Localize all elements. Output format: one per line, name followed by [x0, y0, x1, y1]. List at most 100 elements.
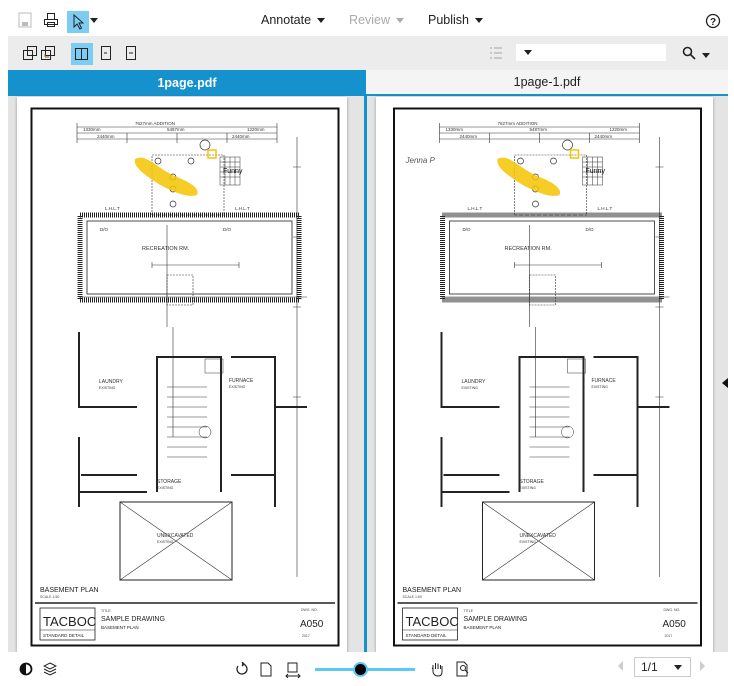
- side-by-side-button[interactable]: [71, 43, 93, 65]
- svg-text:EXISTING: EXISTING: [520, 486, 537, 490]
- svg-text:STANDARD DETAIL: STANDARD DETAIL: [43, 633, 85, 638]
- svg-text:UNEXCAVATED: UNEXCAVATED: [157, 533, 194, 539]
- tab-label: 1page.pdf: [157, 76, 217, 90]
- review-menu: Review: [349, 13, 404, 27]
- side-by-side-icon: [75, 48, 88, 60]
- note-annotation-marker[interactable]: [207, 149, 217, 159]
- next-page-icon[interactable]: [700, 661, 705, 671]
- chevron-down-icon: [674, 664, 682, 670]
- compare-select-dropdown[interactable]: [516, 44, 666, 61]
- svg-text:1220mm: 1220mm: [610, 127, 628, 132]
- svg-text:LAUNDRY: LAUNDRY: [99, 379, 123, 385]
- search-dropdown[interactable]: [701, 51, 711, 59]
- compare-toolbar: [8, 36, 728, 70]
- chevron-down-icon: [524, 50, 532, 55]
- save-icon[interactable]: [17, 11, 33, 29]
- collapse-panel-arrow-icon[interactable]: [722, 378, 728, 388]
- contrast-icon[interactable]: [18, 661, 34, 677]
- bottom-toolbar: 1/1: [0, 652, 734, 686]
- svg-text:EXISTING: EXISTING: [520, 540, 537, 544]
- svg-text:7627mm ADDITION: 7627mm ADDITION: [135, 121, 175, 126]
- overlay-icon[interactable]: [22, 45, 38, 61]
- svg-text:L.H.L.T: L.H.L.T: [598, 206, 613, 211]
- tab-label: 1page-1.pdf: [513, 75, 581, 89]
- svg-text:7627mm ADDITION: 7627mm ADDITION: [498, 121, 538, 126]
- single-page-left-icon[interactable]: [100, 45, 112, 61]
- page-select-value: 1/1: [641, 660, 658, 674]
- highlight-annotation[interactable]: [134, 157, 198, 196]
- zoom-area-icon[interactable]: [455, 660, 471, 678]
- highlight-annotation[interactable]: [497, 157, 561, 196]
- svg-text:STANDARD DETAIL: STANDARD DETAIL: [406, 633, 448, 638]
- help-circle-icon[interactable]: ?: [705, 13, 721, 29]
- chevron-down-icon: [475, 17, 483, 23]
- svg-text:A050: A050: [300, 619, 324, 630]
- svg-text:D/O: D/O: [223, 227, 232, 232]
- svg-text:EXISTING: EXISTING: [99, 386, 116, 390]
- svg-text:BASEMENT PLAN: BASEMENT PLAN: [464, 625, 502, 630]
- svg-text:LAUNDRY: LAUNDRY: [462, 379, 486, 385]
- svg-text:2017: 2017: [302, 634, 310, 638]
- svg-text:2017: 2017: [665, 634, 673, 638]
- svg-text:TITLE: TITLE: [464, 609, 474, 613]
- page-select[interactable]: 1/1: [634, 657, 691, 677]
- select-tool-button[interactable]: [67, 11, 89, 33]
- svg-text:EXISTING: EXISTING: [462, 386, 479, 390]
- rotate-icon[interactable]: [234, 661, 250, 677]
- fit-width-icon[interactable]: [284, 661, 302, 679]
- svg-text:RECREATION RM.: RECREATION RM.: [142, 246, 190, 252]
- signature-annotation[interactable]: Jenna P: [405, 156, 436, 165]
- svg-text:5487mm: 5487mm: [530, 127, 548, 132]
- plan-title: BASEMENT PLAN: [40, 587, 99, 594]
- cursor-arrow-icon: [73, 14, 84, 30]
- tab-1page-1-pdf[interactable]: 1page-1.pdf: [366, 70, 728, 96]
- previous-page-icon[interactable]: [618, 661, 623, 671]
- overlay-diff-icon[interactable]: [40, 45, 56, 61]
- note-label: Funny: [223, 168, 243, 175]
- svg-text:D/O: D/O: [463, 227, 472, 232]
- pdf-page-right[interactable]: 7627mm ADDITION 5487mm 1330mm 1220mm 244…: [376, 97, 713, 652]
- svg-text:EXISTING: EXISTING: [157, 540, 174, 544]
- svg-text:EXISTING: EXISTING: [229, 385, 246, 389]
- svg-text:UNEXCAVATED: UNEXCAVATED: [520, 533, 557, 539]
- svg-text:1220mm: 1220mm: [247, 127, 265, 132]
- hand-icon[interactable]: [429, 660, 445, 678]
- svg-text:L.H.L.T: L.H.L.T: [235, 206, 250, 211]
- svg-text:L.H.L.T: L.H.L.T: [105, 206, 120, 211]
- annotate-menu[interactable]: Annotate: [261, 13, 326, 27]
- svg-text:SCALE 1:50: SCALE 1:50: [403, 595, 422, 599]
- zoom-slider-thumb[interactable]: [353, 662, 368, 677]
- logo: TACBOC: [406, 614, 459, 629]
- layers-icon[interactable]: [42, 661, 58, 677]
- plan-title: BASEMENT PLAN: [403, 587, 462, 594]
- svg-text:2440mm: 2440mm: [97, 134, 115, 139]
- annotate-label: Annotate: [261, 13, 312, 27]
- select-tool-dropdown[interactable]: [89, 16, 99, 24]
- svg-text:DWG. NO.: DWG. NO.: [301, 608, 318, 612]
- svg-text:1330mm: 1330mm: [83, 127, 101, 132]
- fit-page-icon[interactable]: [259, 661, 273, 677]
- svg-text:D/O: D/O: [586, 227, 595, 232]
- print-icon[interactable]: [42, 11, 60, 29]
- svg-text:A050: A050: [663, 619, 687, 630]
- svg-text:DWG. NO.: DWG. NO.: [664, 608, 681, 612]
- svg-text:FURNACE: FURNACE: [229, 378, 254, 384]
- single-page-right-icon[interactable]: [125, 45, 137, 61]
- floor-plan-drawing: 7627mm ADDITION 5487mm 1330mm 1220mm 244…: [30, 107, 340, 647]
- svg-text:SAMPLE DRAWING: SAMPLE DRAWING: [101, 616, 165, 623]
- svg-text:STORAGE: STORAGE: [157, 479, 182, 485]
- note-annotation-marker[interactable]: [569, 149, 580, 159]
- publish-label: Publish: [428, 13, 469, 27]
- tab-1page-pdf[interactable]: 1page.pdf: [8, 70, 366, 96]
- publish-menu[interactable]: Publish: [428, 13, 483, 27]
- split-divider[interactable]: [364, 96, 367, 686]
- svg-text:L.H.L.T: L.H.L.T: [468, 206, 483, 211]
- search-icon[interactable]: [681, 45, 697, 61]
- svg-text:1330mm: 1330mm: [446, 127, 464, 132]
- list-icon: [488, 45, 504, 61]
- svg-text:RECREATION RM.: RECREATION RM.: [505, 246, 553, 252]
- floor-plan-drawing: 7627mm ADDITION 5487mm 1330mm 1220mm 244…: [393, 107, 702, 647]
- logo: TACBOC: [43, 614, 96, 629]
- pdf-page-left[interactable]: 7627mm ADDITION 5487mm 1330mm 1220mm 244…: [17, 97, 347, 652]
- chevron-down-icon: [396, 17, 404, 23]
